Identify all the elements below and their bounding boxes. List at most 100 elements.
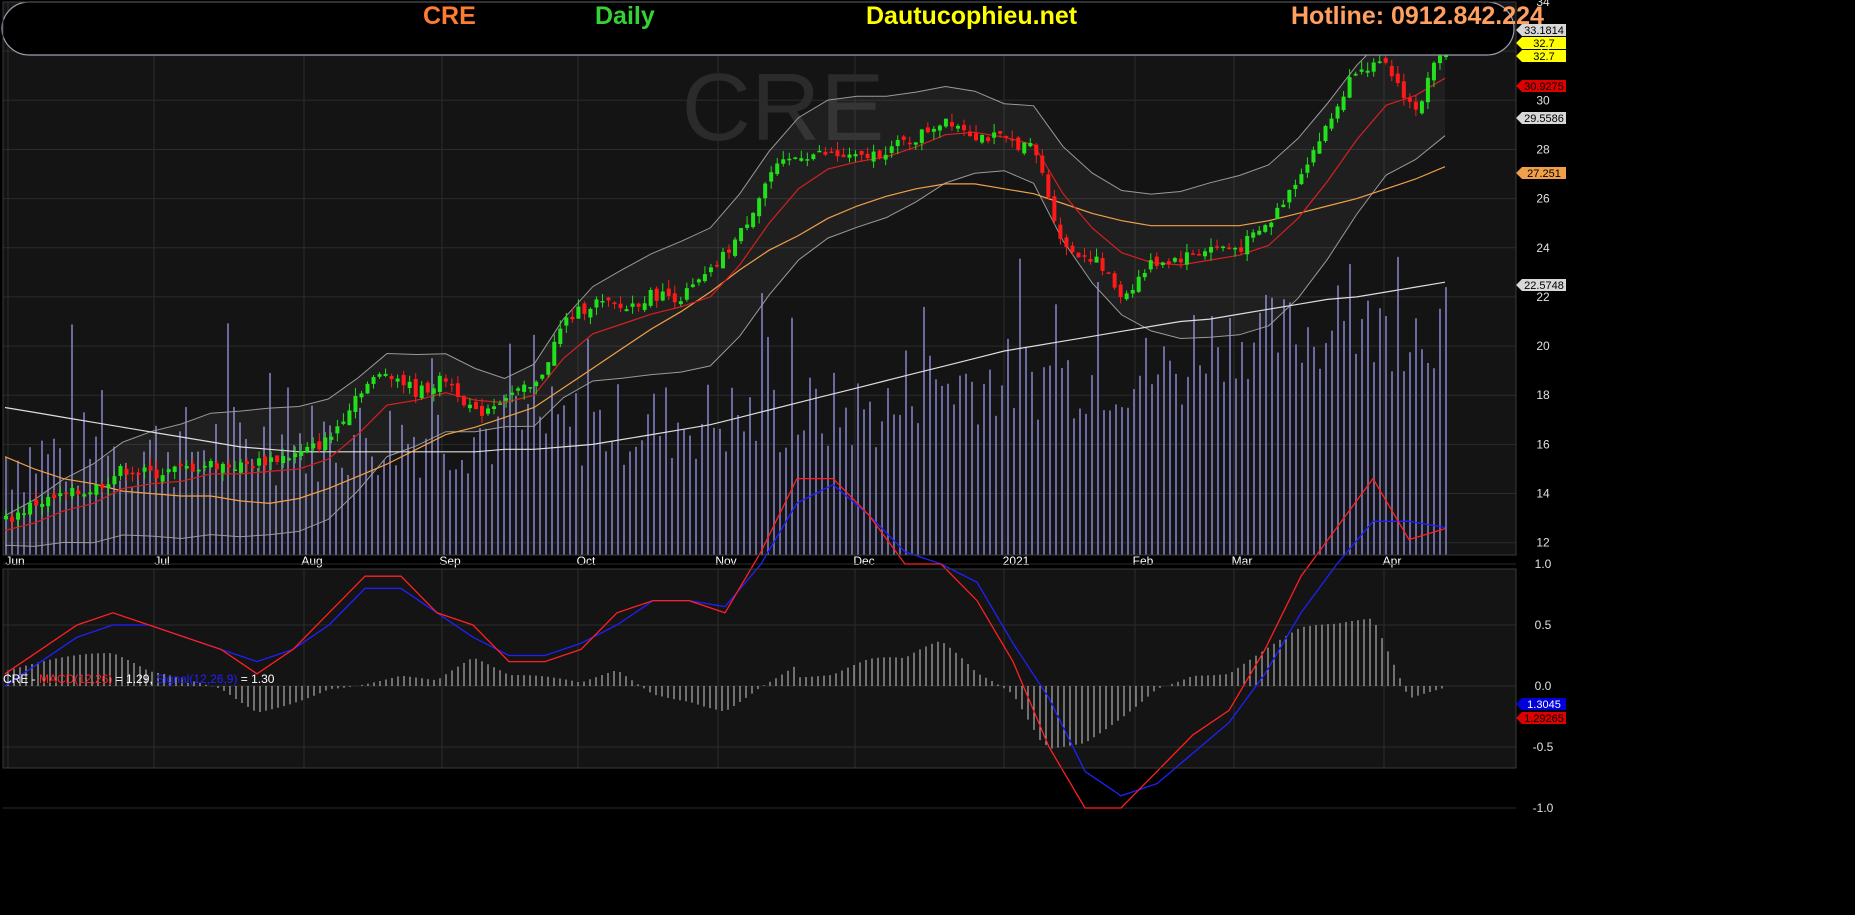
volume-bar <box>665 387 667 555</box>
volume-bar <box>1193 314 1195 555</box>
candle-up <box>407 381 412 389</box>
candle-up <box>335 426 340 434</box>
volume-bar <box>1277 352 1279 555</box>
volume-bar <box>491 464 493 555</box>
candle-up <box>1425 77 1430 103</box>
macd-tick-label: 1.0 <box>1535 557 1552 571</box>
time-axis-label: Aug <box>301 554 322 568</box>
volume-bar <box>1325 343 1327 555</box>
price-tick-label: 24 <box>1536 241 1550 255</box>
macd-panel-background <box>3 569 1516 768</box>
volume-bar <box>1079 408 1081 555</box>
candle-up <box>365 383 370 394</box>
candle-down <box>245 461 250 465</box>
candle-up <box>1221 246 1226 249</box>
candle-up <box>1311 150 1316 163</box>
volume-bar <box>1121 407 1123 555</box>
candle-up <box>895 140 900 147</box>
volume-bar <box>641 440 643 555</box>
volume-bar <box>773 389 775 555</box>
candle-up <box>1263 225 1268 232</box>
candle-down <box>606 297 611 301</box>
candle-down <box>1190 253 1195 255</box>
volume-bar <box>449 470 451 555</box>
candle-down <box>1383 57 1388 63</box>
candle-up <box>220 463 225 473</box>
volume-bar <box>407 443 409 555</box>
volume-bar <box>947 383 949 555</box>
candle-up <box>16 512 21 520</box>
volume-bar <box>989 369 991 555</box>
volume-bar <box>767 336 769 555</box>
candle-up <box>787 158 792 161</box>
macd-tick-label: 0.0 <box>1535 679 1552 693</box>
candle-up <box>58 493 63 497</box>
volume-bar <box>1181 404 1183 555</box>
candle-up <box>1419 101 1424 114</box>
volume-bar <box>1409 352 1411 555</box>
candle-down <box>1118 284 1123 298</box>
volume-bar <box>875 447 877 555</box>
candle-down <box>1088 259 1093 262</box>
candle-up <box>371 377 376 384</box>
volume-bar <box>917 423 919 555</box>
candle-up <box>1287 189 1292 203</box>
candle-up <box>1251 232 1256 238</box>
candle-up <box>763 183 768 199</box>
candle-up <box>293 453 298 458</box>
candle-down <box>1046 174 1051 198</box>
macd-tick-label: -1.0 <box>1533 801 1554 815</box>
header-site[interactable]: Dautucophieu.net <box>866 2 1077 31</box>
volume-bar <box>467 473 469 555</box>
volume-bar <box>443 453 445 555</box>
candle-up <box>305 446 310 452</box>
volume-bar <box>497 416 499 555</box>
candle-down <box>986 137 991 142</box>
volume-bar <box>1379 308 1381 555</box>
candle-up <box>106 484 111 488</box>
candle-down <box>974 133 979 141</box>
candle-down <box>226 464 231 468</box>
volume-bar <box>473 437 475 555</box>
candle-up <box>889 146 894 153</box>
volume-bar <box>593 411 595 555</box>
volume-bar <box>911 406 913 555</box>
volume-bar <box>1085 413 1087 555</box>
volume-bar <box>1073 418 1075 555</box>
candle-up <box>299 451 304 456</box>
candle-up <box>498 403 503 405</box>
price-tick-label: 26 <box>1536 192 1550 206</box>
candle-up <box>955 125 960 129</box>
candle-down <box>1016 137 1021 151</box>
candle-up <box>1257 230 1262 235</box>
volume-bar <box>1175 373 1177 555</box>
candle-up <box>564 317 569 326</box>
volume-bar <box>581 465 583 555</box>
volume-bar <box>1259 312 1261 555</box>
candle-up <box>1124 293 1129 300</box>
price-tag-label: 32.7 <box>1533 38 1554 50</box>
price-tick-label: 16 <box>1536 437 1550 451</box>
volume-bar <box>689 435 691 555</box>
candle-up <box>1275 207 1280 220</box>
volume-bar <box>677 422 679 555</box>
candle-up <box>323 437 328 450</box>
volume-bar <box>1253 342 1255 555</box>
candle-down <box>666 288 671 297</box>
volume-bar <box>1313 346 1315 555</box>
price-tag-label: 22.5748 <box>1524 280 1564 292</box>
volume-bar <box>1163 346 1165 555</box>
candle-down <box>401 374 406 386</box>
candle-down <box>1004 135 1009 138</box>
volume-bar <box>965 373 967 555</box>
candle-up <box>733 239 738 256</box>
volume-bar <box>1361 319 1363 555</box>
candle-up <box>522 384 527 392</box>
candle-down <box>1154 256 1159 266</box>
volume-bar <box>761 293 763 555</box>
volume-bar <box>707 384 709 555</box>
candle-up <box>1148 260 1153 270</box>
chart-canvas: 343230282624222018161412CRE33.181432.732… <box>0 0 1855 910</box>
candle-down <box>672 293 677 303</box>
price-tag: 29.5586 <box>1516 112 1566 125</box>
